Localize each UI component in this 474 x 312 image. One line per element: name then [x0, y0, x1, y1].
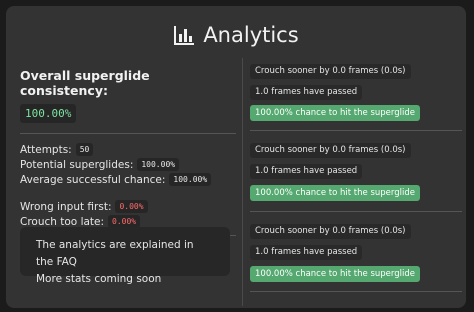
- wrong-input-label: Wrong input first:: [20, 200, 112, 213]
- crouch-timing-chip: Crouch sooner by 0.0 frames (0.0s): [250, 64, 411, 79]
- attempts-stat: Attempts: 50: [20, 142, 236, 157]
- attempts-value: 50: [75, 143, 94, 156]
- wrong-input-stat: Wrong input first: 0.00%: [20, 199, 236, 214]
- info-box: The analytics are explained in the FAQ M…: [20, 227, 230, 285]
- avg-chance-stat: Average successful chance: 100.00%: [20, 172, 236, 187]
- crouch-late-label: Crouch too late:: [20, 215, 105, 228]
- avg-chance-label: Average successful chance:: [20, 173, 166, 186]
- bar-chart-icon: [174, 26, 195, 45]
- info-faq-text: The analytics are explained in the FAQ: [36, 239, 194, 268]
- page-title: Analytics: [203, 23, 299, 47]
- success-chance-badge: 100.00% chance to hit the superglide: [250, 185, 420, 201]
- success-chance-badge: 100.00% chance to hit the superglide: [250, 266, 420, 282]
- entry-divider: [250, 130, 462, 131]
- potential-stat: Potential superglides: 100.00%: [20, 157, 236, 172]
- frames-passed-chip: 1.0 frames have passed: [250, 245, 363, 260]
- potential-value: 100.00%: [137, 158, 180, 171]
- success-chance-badge: 100.00% chance to hit the superglide: [250, 105, 420, 121]
- panel-header: Analytics: [6, 20, 466, 50]
- avg-chance-value: 100.00%: [169, 173, 212, 186]
- summary-section: Overall superglide consistency: 100.00% …: [20, 62, 236, 236]
- potential-label: Potential superglides:: [20, 158, 134, 171]
- column-separator: [242, 58, 243, 306]
- info-more-stats-text: More stats coming soon: [36, 273, 162, 285]
- frames-passed-chip: 1.0 frames have passed: [250, 85, 363, 100]
- consistency-value: 100.00%: [20, 104, 77, 123]
- analytics-panel: Analytics Overall superglide consistency…: [6, 6, 466, 308]
- entry-divider: [250, 211, 462, 212]
- crouch-timing-chip: Crouch sooner by 0.0 frames (0.0s): [250, 143, 411, 158]
- attempts-label: Attempts:: [20, 143, 72, 156]
- consistency-heading: Overall superglide consistency:: [20, 68, 150, 98]
- wrong-input-value: 0.00%: [115, 200, 148, 213]
- frames-passed-chip: 1.0 frames have passed: [250, 164, 363, 179]
- divider: [20, 133, 236, 134]
- entry-divider: [250, 291, 462, 292]
- crouch-timing-chip: Crouch sooner by 0.0 frames (0.0s): [250, 224, 411, 239]
